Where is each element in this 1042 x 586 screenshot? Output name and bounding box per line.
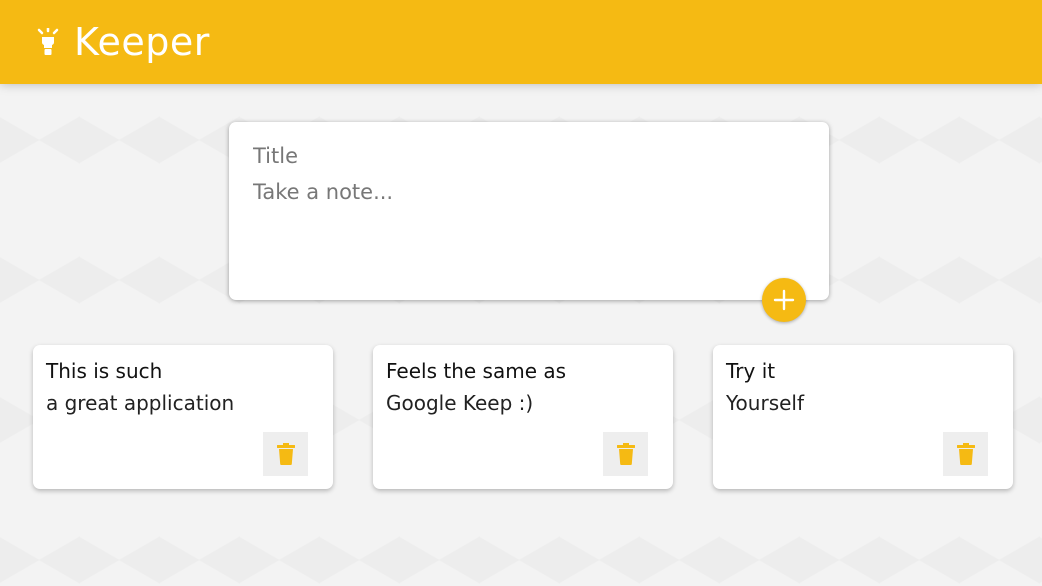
note-compose-form bbox=[229, 122, 829, 300]
trash-icon bbox=[616, 443, 635, 465]
trash-icon bbox=[956, 443, 975, 465]
app-header: Keeper bbox=[0, 0, 1042, 84]
note-title: Try it bbox=[726, 359, 776, 383]
note-content-input[interactable] bbox=[253, 180, 805, 270]
delete-note-button[interactable] bbox=[943, 432, 988, 476]
delete-note-button[interactable] bbox=[603, 432, 648, 476]
add-note-button[interactable] bbox=[762, 278, 806, 322]
note-content: Google Keep :) bbox=[386, 391, 534, 415]
note-title: This is such bbox=[46, 359, 163, 383]
note-content: a great application bbox=[46, 391, 235, 415]
trash-icon bbox=[276, 443, 295, 465]
note-content: Yourself bbox=[726, 391, 805, 415]
delete-note-button[interactable] bbox=[263, 432, 308, 476]
note-card: This is such a great application bbox=[33, 345, 333, 489]
note-card: Feels the same as Google Keep :) bbox=[373, 345, 673, 489]
note-title: Feels the same as bbox=[386, 359, 567, 383]
note-title-input[interactable] bbox=[253, 144, 805, 168]
plus-icon bbox=[773, 289, 795, 311]
app-title: Keeper bbox=[74, 20, 210, 64]
note-card: Try it Yourself bbox=[713, 345, 1013, 489]
lightbulb-icon bbox=[37, 28, 59, 55]
